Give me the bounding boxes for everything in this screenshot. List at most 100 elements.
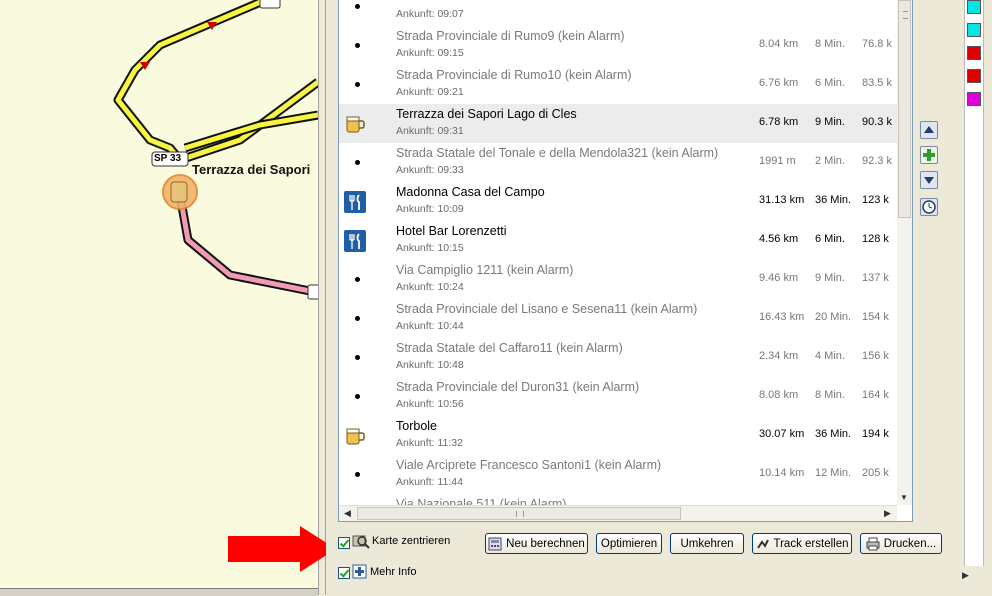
table-row[interactable]: Strada Statale del Tonale e della Mendol… bbox=[339, 143, 897, 182]
waypoint-bullet-icon bbox=[355, 4, 360, 9]
add-waypoint-button[interactable] bbox=[920, 146, 938, 164]
table-row[interactable]: Ankunft: 09:07 bbox=[339, 0, 897, 26]
clock-icon bbox=[922, 200, 936, 214]
scroll-down-icon[interactable]: ▼ bbox=[900, 493, 908, 502]
reverse-label: Umkehren bbox=[680, 537, 734, 550]
poi-map-label: Terrazza dei Sapori bbox=[192, 162, 311, 177]
beer-mug-icon bbox=[346, 428, 365, 445]
create-track-label: Track erstellen bbox=[773, 537, 849, 550]
segment-distance: 10.14 km bbox=[759, 467, 805, 479]
segment-distance: 16.43 km bbox=[759, 311, 805, 323]
time-settings-button[interactable] bbox=[920, 198, 938, 216]
segment-duration: 8 Min. bbox=[815, 389, 845, 401]
table-row[interactable]: Madonna Casa del Campo Ankunft: 10:09 31.1… bbox=[339, 182, 897, 221]
segment-duration: 9 Min. bbox=[815, 272, 845, 284]
route-lines bbox=[113, 0, 318, 300]
track-icon bbox=[756, 539, 769, 549]
horizontal-scrollbar[interactable]: ◀ ▶ bbox=[339, 505, 897, 521]
center-map-label: Karte zentrieren bbox=[372, 535, 451, 547]
table-row[interactable]: Strada Provinciale di Rumo9 (kein Alarm)… bbox=[339, 26, 897, 65]
total-distance: 205 k bbox=[862, 467, 889, 479]
optimize-button[interactable]: Optimieren bbox=[596, 533, 662, 554]
scroll-right-icon[interactable]: ▶ bbox=[884, 508, 891, 519]
segment-distance: 9.46 km bbox=[759, 272, 799, 284]
arrival-time: Ankunft: 09:21 bbox=[396, 86, 464, 98]
calculator-icon bbox=[488, 537, 502, 550]
segment-distance: 31.13 km bbox=[759, 194, 805, 206]
color-swatch[interactable] bbox=[967, 92, 981, 106]
segment-distance: 30.07 km bbox=[759, 428, 805, 440]
waypoint-name: Strada Provinciale del Lisano e Sesena11… bbox=[396, 302, 698, 316]
table-row[interactable]: Strada Statale del Caffaro11 (kein Alarm… bbox=[339, 338, 897, 377]
center-map-checkbox[interactable] bbox=[338, 537, 350, 549]
arrival-time: Ankunft: 10:48 bbox=[396, 359, 464, 371]
waypoint-name: Torbole bbox=[396, 419, 437, 433]
color-swatch[interactable] bbox=[967, 0, 981, 14]
table-row[interactable]: Terrazza dei Sapori Lago di Cles Ankunft:… bbox=[339, 104, 897, 143]
panel-splitter[interactable] bbox=[318, 0, 326, 595]
total-distance: 90.3 k bbox=[862, 116, 892, 128]
waypoint-name: Strada Statale del Caffaro11 (kein Alarm… bbox=[396, 341, 623, 355]
table-row[interactable]: Via Campiglio 1211 (kein Alarm) Ankunft: … bbox=[339, 260, 897, 299]
create-track-button[interactable]: Track erstellen bbox=[752, 533, 852, 554]
total-distance: 164 k bbox=[862, 389, 889, 401]
segment-duration: 8 Min. bbox=[815, 38, 845, 50]
total-distance: 156 k bbox=[862, 350, 889, 362]
info-plus-icon bbox=[352, 564, 367, 579]
move-up-button[interactable] bbox=[920, 121, 938, 139]
total-distance: 137 k bbox=[862, 272, 889, 284]
vertical-scrollbar[interactable]: ▼ bbox=[897, 0, 912, 505]
table-row[interactable]: Strada Provinciale di Rumo10 (kein Alarm… bbox=[339, 65, 897, 104]
segment-distance: 1991 m bbox=[759, 155, 796, 167]
scroll-right-icon[interactable]: ▶ bbox=[962, 570, 969, 581]
total-distance: 128 k bbox=[862, 233, 889, 245]
plus-icon bbox=[923, 149, 935, 161]
color-swatch[interactable] bbox=[967, 23, 981, 37]
optimize-label: Optimieren bbox=[600, 537, 658, 550]
waypoint-name: Strada Provinciale di Rumo9 (kein Alarm) bbox=[396, 29, 625, 43]
reverse-button[interactable]: Umkehren bbox=[670, 533, 744, 554]
total-distance: 154 k bbox=[862, 311, 889, 323]
scroll-left-icon[interactable]: ◀ bbox=[344, 508, 351, 519]
segment-duration: 36 Min. bbox=[815, 194, 852, 206]
move-down-button[interactable] bbox=[920, 171, 938, 189]
restaurant-icon bbox=[344, 191, 366, 213]
waypoint-name: Terrazza dei Sapori Lago di Cles bbox=[396, 107, 577, 121]
recalculate-button[interactable]: Neu berechnen bbox=[485, 533, 588, 554]
more-info-checkbox[interactable] bbox=[338, 567, 350, 579]
segment-duration: 6 Min. bbox=[815, 233, 845, 245]
vertical-scroll-thumb[interactable] bbox=[898, 0, 911, 218]
table-row[interactable]: Torbole Ankunft: 11:32 30.07 km 36 Min. 194 … bbox=[339, 416, 897, 455]
waypoint-bullet-icon bbox=[355, 355, 360, 360]
print-button[interactable]: Drucken... bbox=[860, 533, 942, 554]
table-row[interactable]: Strada Provinciale del Duron31 (kein Ala… bbox=[339, 377, 897, 416]
segment-duration: 6 Min. bbox=[815, 77, 845, 89]
waypoint-name: Hotel Bar Lorenzetti bbox=[396, 224, 507, 238]
color-swatch[interactable] bbox=[967, 46, 981, 60]
horizontal-scroll-thumb[interactable] bbox=[357, 507, 681, 520]
waypoint-bullet-icon bbox=[355, 472, 360, 477]
route-waypoint-list[interactable]: Ankunft: 09:07 Strada Provinciale di Rumo… bbox=[338, 0, 913, 522]
color-swatch[interactable] bbox=[967, 69, 981, 83]
waypoint-bullet-icon bbox=[355, 43, 360, 48]
beer-mug-icon bbox=[346, 116, 365, 133]
segment-distance: 6.76 km bbox=[759, 77, 799, 89]
waypoint-name: Strada Provinciale di Rumo10 (kein Alarm… bbox=[396, 68, 632, 82]
recalculate-label: Neu berechnen bbox=[506, 537, 585, 550]
waypoint-bullet-icon bbox=[355, 316, 360, 321]
arrival-time: Ankunft: 11:32 bbox=[396, 437, 463, 449]
segment-duration: 36 Min. bbox=[815, 428, 852, 440]
arrival-time: Ankunft: 10:09 bbox=[396, 203, 464, 215]
segment-distance: 4.56 km bbox=[759, 233, 799, 245]
arrow-up-icon bbox=[924, 126, 934, 133]
total-distance: 123 k bbox=[862, 194, 889, 206]
waypoint-name: Strada Provinciale del Duron31 (kein Ala… bbox=[396, 380, 640, 394]
waypoint-bullet-icon bbox=[355, 82, 360, 87]
restaurant-icon bbox=[344, 230, 366, 252]
arrival-time: Ankunft: 10:24 bbox=[396, 281, 464, 293]
table-row[interactable]: Hotel Bar Lorenzetti Ankunft: 10:15 4.56 k… bbox=[339, 221, 897, 260]
table-row[interactable]: Viale Arciprete Francesco Santoni1 (kein… bbox=[339, 455, 897, 494]
segment-duration: 20 Min. bbox=[815, 311, 852, 323]
map-view[interactable]: SP 33 Terrazza dei Sapori bbox=[0, 0, 318, 588]
table-row[interactable]: Strada Provinciale del Lisano e Sesena11… bbox=[339, 299, 897, 338]
